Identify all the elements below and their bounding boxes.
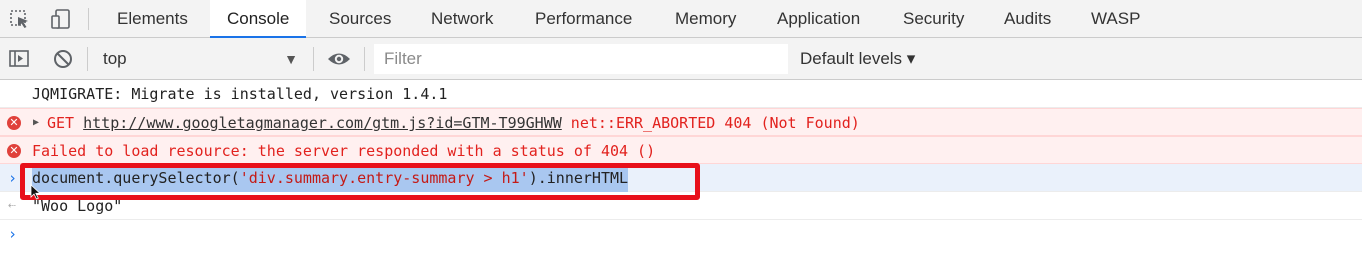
tab-audits[interactable]: Audits — [1004, 0, 1051, 37]
tab-application[interactable]: Application — [777, 0, 860, 37]
toolbar-divider — [364, 47, 365, 71]
filter-input[interactable] — [374, 44, 788, 74]
dropdown-arrow-icon: ▼ — [284, 51, 298, 67]
input-prompt-icon: › — [8, 169, 18, 187]
console-result-line: ⇠ "Woo Logo" — [0, 192, 1362, 220]
console-log-message: JQMIGRATE: Migrate is installed, version… — [0, 80, 1362, 108]
live-expression-eye-icon[interactable] — [326, 49, 352, 71]
log-text: JQMIGRATE: Migrate is installed, version… — [32, 85, 448, 103]
expand-triangle-icon[interactable]: ▶ — [33, 109, 39, 137]
console-error-message: ✕ Failed to load resource: the server re… — [0, 136, 1362, 164]
console-prompt-line[interactable]: › — [0, 220, 1362, 248]
tab-sources[interactable]: Sources — [329, 0, 391, 37]
clear-console-icon[interactable] — [52, 48, 76, 70]
device-toolbar-icon[interactable] — [50, 8, 74, 30]
inspect-element-icon[interactable] — [8, 8, 32, 30]
console-input-line[interactable]: › document.querySelector('div.summary.en… — [0, 164, 1362, 192]
devtools-tab-bar: Elements Console Sources Network Perform… — [0, 0, 1362, 38]
tab-console[interactable]: Console — [210, 0, 307, 38]
tab-memory[interactable]: Memory — [675, 0, 736, 37]
tab-security[interactable]: Security — [903, 0, 964, 37]
error-status: net::ERR_ABORTED 404 (Not Found) — [570, 114, 860, 132]
tab-wasp[interactable]: WASP — [1091, 0, 1140, 37]
error-text: Failed to load resource: the server resp… — [32, 142, 656, 160]
result-value: "Woo Logo" — [32, 197, 123, 215]
mouse-cursor-icon — [30, 184, 42, 205]
input-prompt-icon: › — [8, 225, 18, 243]
tab-elements[interactable]: Elements — [117, 0, 188, 37]
toolbar-divider — [313, 47, 314, 71]
toolbar-divider — [87, 47, 88, 71]
error-icon: ✕ — [7, 144, 21, 158]
default-levels-dropdown[interactable]: Default levels ▾ — [800, 44, 915, 74]
context-selector[interactable]: top ▼ — [92, 44, 302, 74]
context-selector-value: top — [103, 49, 127, 68]
tab-performance[interactable]: Performance — [535, 0, 632, 37]
console-messages: JQMIGRATE: Migrate is installed, version… — [0, 80, 1362, 248]
error-icon: ✕ — [7, 116, 21, 130]
result-arrow-icon: ⇠ — [8, 198, 16, 213]
console-toolbar: top ▼ Default levels ▾ — [0, 38, 1362, 80]
selected-command[interactable]: document.querySelector('div.summary.entr… — [32, 164, 629, 192]
tab-network[interactable]: Network — [431, 0, 493, 37]
console-error-message: ✕ ▶ GET http://www.googletagmanager.com/… — [0, 108, 1362, 136]
error-method: GET — [47, 114, 75, 132]
show-sidebar-icon[interactable] — [8, 48, 32, 70]
error-url-link[interactable]: http://www.googletagmanager.com/gtm.js?i… — [83, 114, 562, 132]
toolbar-divider — [88, 8, 89, 30]
